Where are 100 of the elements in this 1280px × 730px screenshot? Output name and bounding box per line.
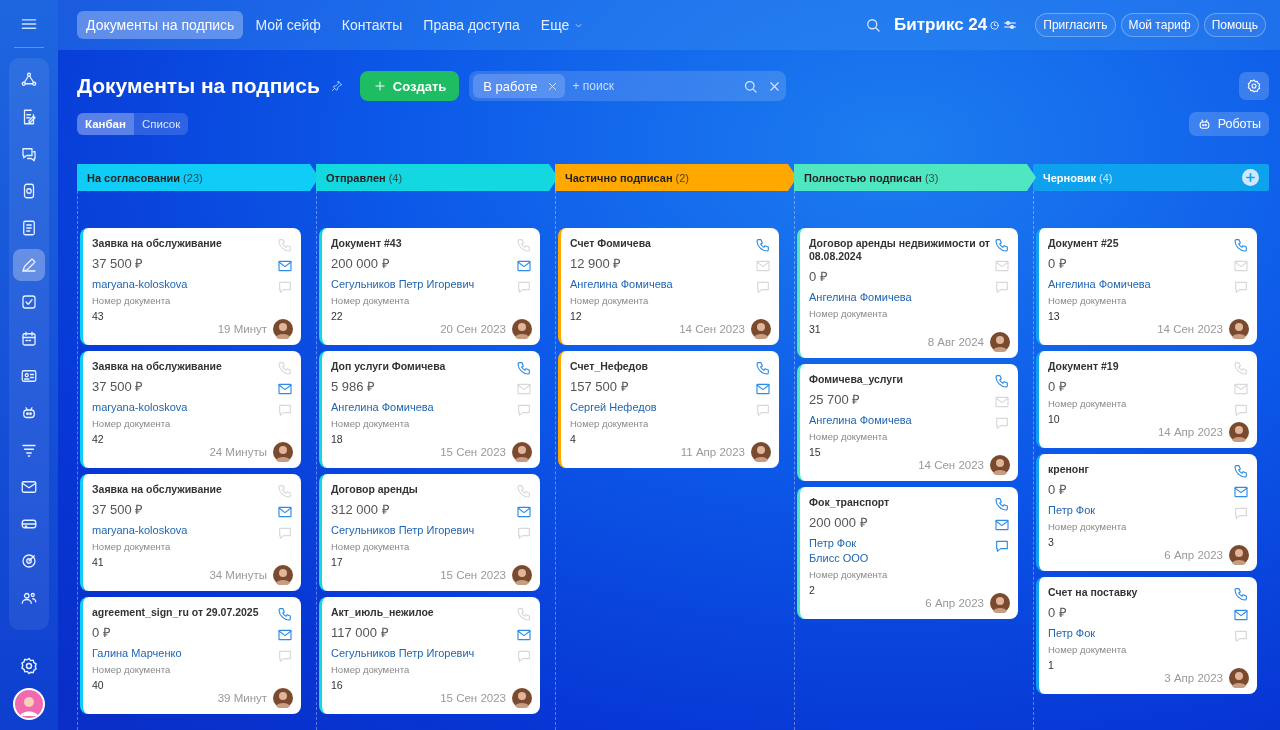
mail-icon[interactable]	[516, 504, 532, 520]
mail-icon[interactable]	[1233, 607, 1249, 623]
document-card[interactable]: Акт_июль_нежилое 117 000 ₽ Сегульников Петр Игоревич Номер документа 16 15 Сен 2023	[319, 597, 540, 714]
phone-icon[interactable]	[1233, 586, 1249, 602]
plus-icon	[372, 79, 387, 93]
contact-link[interactable]: maryana-koloskova	[92, 523, 188, 538]
card-date: 15 Сен 2023	[440, 446, 506, 458]
card-date: 6 Апр 2023	[925, 597, 984, 609]
user-avatar[interactable]	[13, 688, 45, 720]
document-number: 40	[92, 678, 105, 692]
document-card[interactable]: Договор аренды 312 000 ₽ Сегульников Петр Игоревич Номер документа 17 15 Сен 2023	[319, 474, 540, 591]
card-date: 3 Апр 2023	[1164, 672, 1223, 684]
phone-icon[interactable]	[516, 360, 532, 376]
add-icon[interactable]	[1242, 169, 1259, 186]
mail-icon[interactable]	[277, 258, 293, 274]
phone-icon[interactable]	[1233, 237, 1249, 253]
view-tab[interactable]: Канбан	[77, 113, 134, 135]
contact-link[interactable]: Ангелина Фомичева	[809, 290, 912, 305]
document-card[interactable]: Счет Фомичева 12 900 ₽ Ангелина Фомичева Номер документа 12 14 Сен 2023	[558, 228, 779, 345]
contact-link[interactable]: Петр Фок	[1048, 503, 1096, 518]
avatar	[273, 688, 293, 708]
card-title: Акт_июль_нежилое	[331, 606, 435, 619]
amount: 25 700 ₽	[809, 392, 862, 408]
document-number: 43	[92, 309, 105, 323]
phone-icon[interactable]	[755, 360, 771, 376]
field-label: Номер документа	[1048, 643, 1128, 656]
document-card[interactable]: Фомичева_услуги 25 700 ₽ Ангелина Фомичева Номер документа 15 14 Сен 2023	[797, 364, 1018, 481]
contact-link[interactable]: Ангелина Фомичева	[331, 400, 434, 415]
document-number: 42	[92, 432, 105, 446]
document-card[interactable]: Счет_Нефедов 157 500 ₽ Сергей Нефедов Номер документа 4 11 Апр 2023	[558, 351, 779, 468]
card-title: Заявка на обслуживание	[92, 360, 223, 373]
contact-link[interactable]: Галина Марченко	[92, 646, 182, 661]
mail-icon[interactable]	[277, 381, 293, 397]
contact-link[interactable]: Сегульников Петр Игоревич	[331, 646, 475, 661]
logo[interactable]: Битрикс 24	[894, 15, 988, 35]
contact-link[interactable]: Сергей Нефедов	[570, 400, 657, 415]
mail-icon[interactable]	[994, 517, 1010, 533]
contact-link[interactable]: Ангелина Фомичева	[809, 413, 912, 428]
document-card[interactable]: Доп услуги Фомичева 5 986 ₽ Ангелина Фомичева Номер документа 18 15 Сен 2023	[319, 351, 540, 468]
field-label: Номер документа	[331, 294, 411, 307]
phone-icon[interactable]	[994, 237, 1010, 253]
mail-icon[interactable]	[1233, 484, 1249, 500]
card-date: 6 Апр 2023	[1164, 549, 1223, 561]
mail-icon[interactable]	[277, 627, 293, 643]
view-tab[interactable]: Список	[133, 113, 189, 135]
card-date: 8 Авг 2024	[927, 336, 984, 348]
card-title: Фомичева_услуги	[809, 373, 904, 386]
mail-icon[interactable]	[516, 258, 532, 274]
document-card[interactable]: Счет на поставку 0 ₽ Петр Фок Номер документа 1 3 Апр 2023	[1036, 577, 1257, 694]
contact-link[interactable]: Блисс ООО	[809, 551, 869, 566]
phone-icon[interactable]	[1233, 463, 1249, 479]
avatar	[1229, 545, 1249, 565]
column-count: (23)	[183, 171, 203, 184]
document-card[interactable]: Заявка на обслуживание 37 500 ₽ maryana-koloskova Номер документа 42 24 Минуты	[80, 351, 301, 468]
phone-icon[interactable]	[277, 606, 293, 622]
mail-icon[interactable]	[755, 381, 771, 397]
settings-icon[interactable]	[19, 656, 39, 676]
column-title: На согласовании	[87, 171, 181, 184]
connections-icon	[20, 71, 38, 89]
phone-icon[interactable]	[994, 496, 1010, 512]
document-card[interactable]: agreement_sign_ru от 29.07.2025 0 ₽ Галина Марченко Номер документа 40 39 Минут	[80, 597, 301, 714]
settings-button[interactable]	[1239, 72, 1269, 100]
sidebar-item[interactable]	[13, 249, 45, 281]
document-card[interactable]: Договор аренды недвижимости от 08.08.2024 0 ₽ Ангелина Фомичева Номер документа 31 8 Авг 2024	[797, 228, 1018, 358]
document-card[interactable]: Фок_транспорт 200 000 ₽ Петр Фок Блисс ООО Номер документа 2 6 Апр 2023	[797, 487, 1018, 619]
pin-icon[interactable]	[329, 79, 344, 93]
card-date: 20 Сен 2023	[440, 323, 506, 335]
header-button[interactable]: Пригласить	[1035, 13, 1116, 37]
contact-link[interactable]: Ангелина Фомичева	[1048, 277, 1151, 292]
filter-chip[interactable]: В работе	[473, 74, 565, 98]
document-card[interactable]: Заявка на обслуживание 37 500 ₽ maryana-koloskova Номер документа 41 34 Минуты	[80, 474, 301, 591]
nav-tab[interactable]: Права доступа	[414, 11, 529, 39]
document-card[interactable]: Документ #43 200 000 ₽ Сегульников Петр Игоревич Номер документа 22 20 Сен 2023	[319, 228, 540, 345]
nav-tab[interactable]: Мой сейф	[246, 11, 330, 39]
contact-link[interactable]: maryana-koloskova	[92, 277, 188, 292]
field-label: Номер документа	[1048, 520, 1128, 533]
document-number: 2	[809, 583, 816, 597]
document-card[interactable]: Документ #25 0 ₽ Ангелина Фомичева Номер документа 13 14 Сен 2023	[1036, 228, 1257, 345]
mail-icon[interactable]	[277, 504, 293, 520]
phone-icon[interactable]	[755, 237, 771, 253]
contact-link[interactable]: Сегульников Петр Игоревич	[331, 523, 475, 538]
header-button[interactable]: Мой тариф	[1120, 13, 1199, 37]
chat-icon[interactable]	[994, 538, 1010, 554]
header-button[interactable]: Помощь	[1203, 13, 1266, 37]
nav-tab[interactable]: Еще	[531, 11, 594, 39]
contact-link[interactable]: Ангелина Фомичева	[570, 277, 673, 292]
document-card[interactable]: кренонг 0 ₽ Петр Фок Номер документа 3 6 Апр 2023	[1036, 454, 1257, 571]
contact-link[interactable]: Петр Фок	[809, 536, 857, 551]
mail-icon	[20, 478, 38, 496]
card-title: Документ #43	[331, 237, 403, 250]
search-field[interactable]: В работе + поиск	[469, 71, 787, 101]
phone-icon[interactable]	[994, 373, 1010, 389]
contact-link[interactable]: Петр Фок	[1048, 626, 1096, 641]
nav-tab[interactable]: Контакты	[332, 11, 412, 39]
contact-link[interactable]: Сегульников Петр Игоревич	[331, 277, 475, 292]
contact-link[interactable]: maryana-koloskova	[92, 400, 188, 415]
robots-button[interactable]: Роботы	[1188, 112, 1269, 136]
document-card[interactable]: Заявка на обслуживание 37 500 ₽ maryana-koloskova Номер документа 43 19 Минут	[80, 228, 301, 345]
document-number: 10	[1048, 412, 1061, 426]
mail-icon[interactable]	[516, 627, 532, 643]
